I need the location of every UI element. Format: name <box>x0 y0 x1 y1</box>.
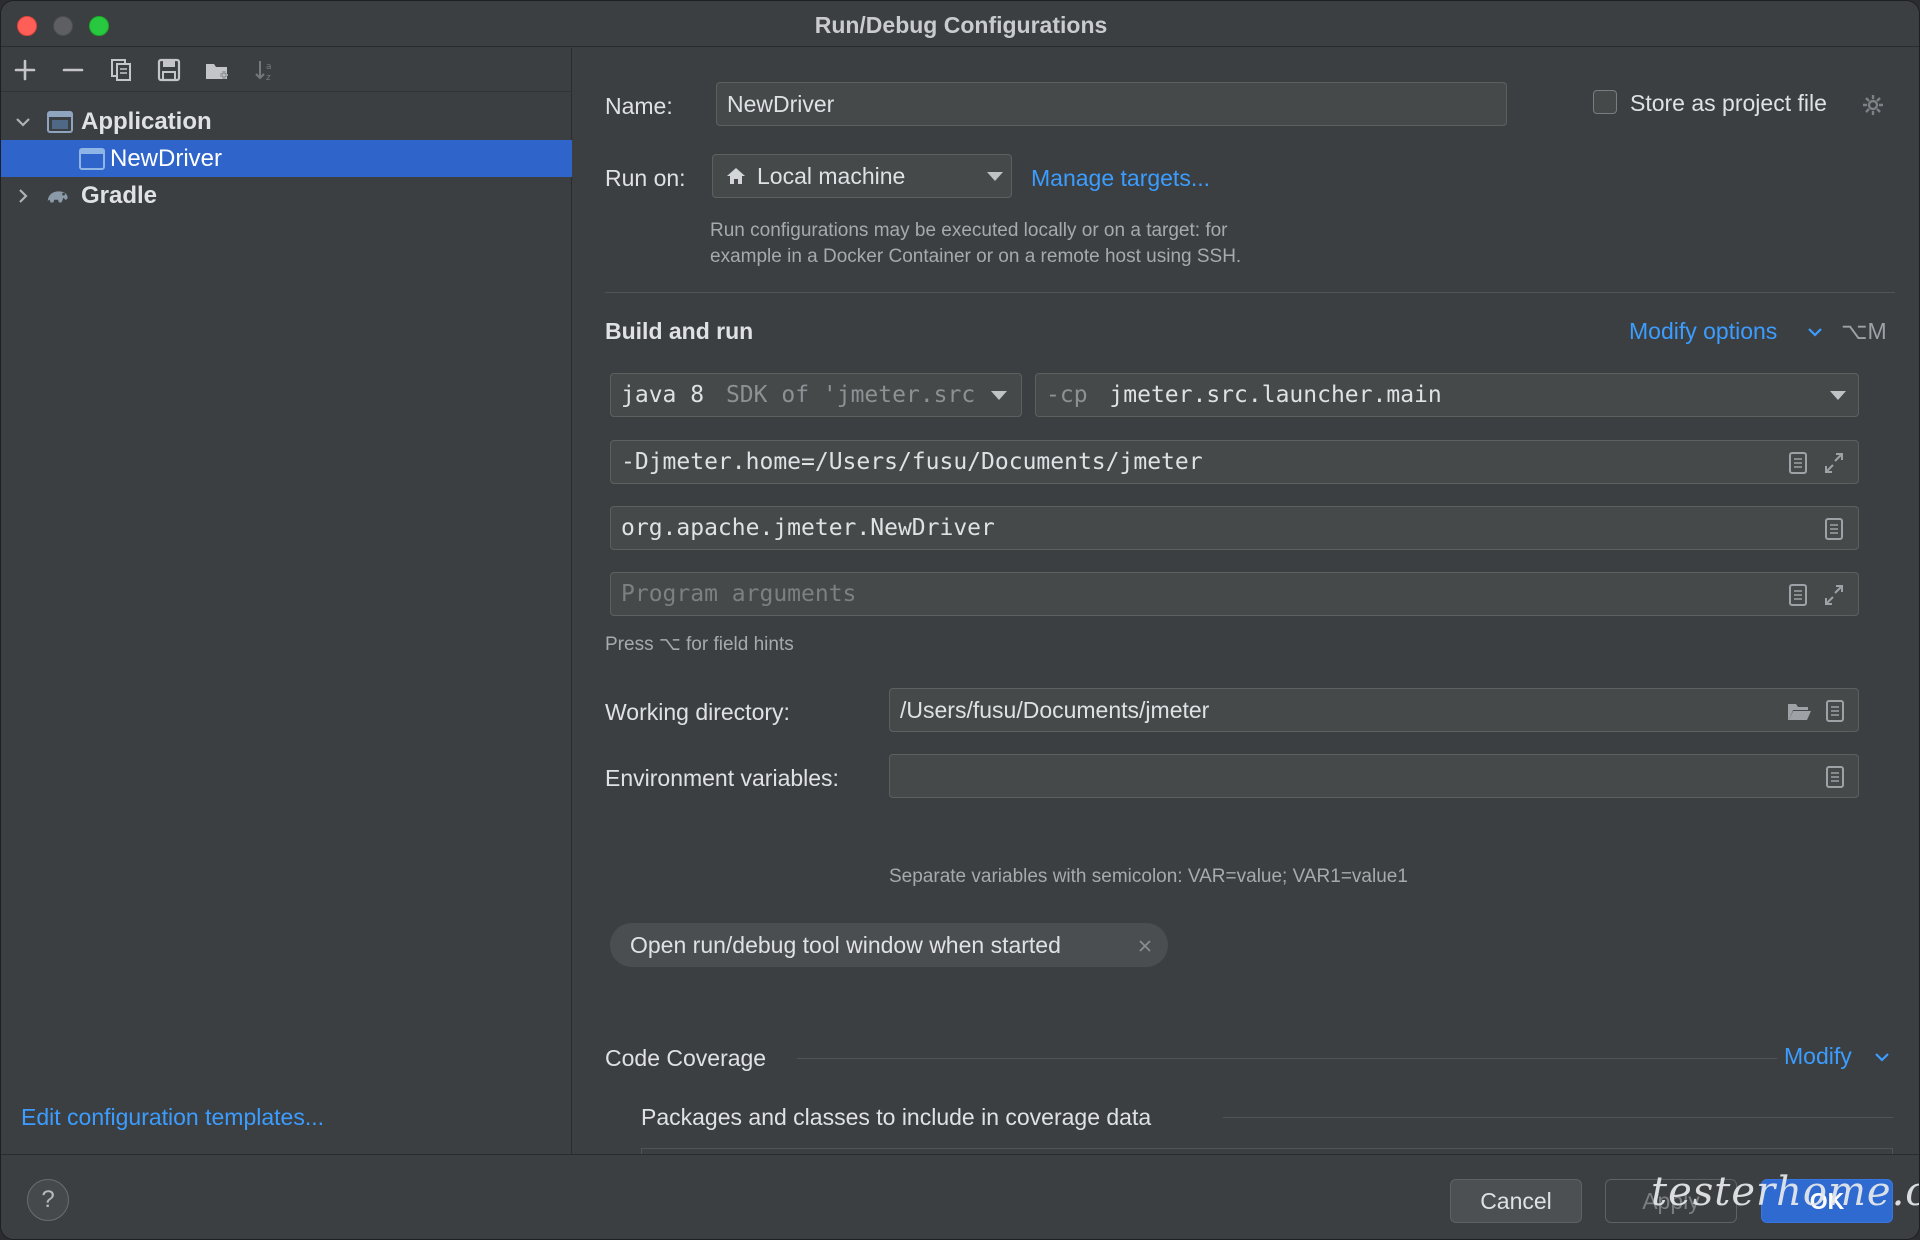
tree-label-gradle: Gradle <box>81 182 158 209</box>
name-label: Name: <box>605 93 673 119</box>
modify-options-link[interactable]: Modify options <box>1629 318 1777 345</box>
close-icon[interactable] <box>1138 939 1152 953</box>
name-input-value: NewDriver <box>727 91 835 117</box>
vm-options-value: -Djmeter.home=/Users/fusu/Documents/jmet… <box>621 449 1203 475</box>
expand-icon[interactable] <box>1823 451 1845 475</box>
jdk-dropdown[interactable]: java 8 SDK of 'jmeter.src <box>610 373 1022 417</box>
build-and-run-title: Build and run <box>605 318 754 344</box>
configurations-sidebar: az Application NewDriver Gradle Edit con… <box>1 48 572 1154</box>
dialog-footer: ? Cancel Apply OK <box>1 1154 1919 1239</box>
tree-label-newdriver: NewDriver <box>110 145 223 172</box>
jdk-value: java 8 <box>621 382 705 408</box>
gear-icon[interactable] <box>1861 93 1885 117</box>
tree-item-application[interactable]: Application <box>1 103 572 140</box>
application-icon <box>47 111 73 133</box>
environment-variables-label: Environment variables: <box>605 765 839 791</box>
chevron-right-icon[interactable] <box>13 186 33 206</box>
watermark-text: testerhome.com <box>1651 1169 1919 1215</box>
main-class-value: org.apache.jmeter.NewDriver <box>621 515 995 541</box>
document-icon[interactable] <box>1824 765 1846 789</box>
section-divider <box>605 292 1895 293</box>
document-icon[interactable] <box>1823 517 1845 541</box>
code-coverage-title: Code Coverage <box>605 1045 767 1071</box>
chevron-down-icon[interactable] <box>1874 1050 1890 1064</box>
program-arguments-input[interactable]: Program arguments <box>610 572 1859 616</box>
coverage-modify-link[interactable]: Modify <box>1784 1043 1852 1070</box>
run-on-label: Run on: <box>605 165 686 191</box>
document-icon[interactable] <box>1787 451 1809 475</box>
classpath-prefix: -cp <box>1046 382 1088 408</box>
svg-text:z: z <box>266 73 271 83</box>
field-hints-text: Press ⌥ for field hints <box>605 634 794 655</box>
classpath-value: jmeter.src.launcher.main <box>1109 382 1442 408</box>
run-on-hint-line1: Run configurations may be executed local… <box>710 220 1228 241</box>
tree-item-gradle[interactable]: Gradle <box>1 177 572 214</box>
environment-variables-hint: Separate variables with semicolon: VAR=v… <box>889 866 1408 887</box>
chevron-down-icon <box>987 172 1003 181</box>
jdk-module-suffix: SDK of 'jmeter.src <box>725 382 976 408</box>
coverage-divider <box>797 1058 1777 1059</box>
coverage-packages-label: Packages and classes to include in cover… <box>641 1104 1152 1130</box>
help-button[interactable]: ? <box>27 1179 69 1221</box>
folder-add-icon[interactable] <box>203 57 231 85</box>
chevron-down-icon[interactable] <box>13 112 33 132</box>
svg-text:a: a <box>266 62 272 72</box>
folder-open-icon[interactable] <box>1786 699 1812 723</box>
title-bar: Run/Debug Configurations <box>1 1 1919 47</box>
minus-icon[interactable] <box>59 57 87 85</box>
configuration-form: Name: NewDriver Store as project file Ru… <box>573 48 1919 1200</box>
manage-targets-link[interactable]: Manage targets... <box>1031 165 1210 192</box>
environment-variables-input[interactable] <box>889 754 1859 798</box>
store-as-project-file-checkbox[interactable] <box>1593 90 1617 114</box>
program-arguments-placeholder: Program arguments <box>621 581 857 607</box>
run-on-hint-line2: example in a Docker Container or on a re… <box>710 246 1242 267</box>
store-as-project-file-label: Store as project file <box>1630 90 1827 116</box>
save-icon[interactable] <box>155 57 183 85</box>
sort-icon[interactable]: az <box>251 57 279 85</box>
main-class-input[interactable]: org.apache.jmeter.NewDriver <box>610 506 1859 550</box>
plus-icon[interactable] <box>11 57 39 85</box>
packages-divider <box>1223 1117 1893 1118</box>
chevron-down-icon <box>991 391 1007 400</box>
window-title: Run/Debug Configurations <box>814 12 1108 38</box>
gradle-elephant-icon <box>47 191 68 203</box>
config-icon <box>79 148 105 170</box>
run-debug-dialog: Run/Debug Configurations az Application … <box>0 0 1920 1240</box>
chevron-down-icon <box>1830 391 1846 400</box>
open-tool-window-option-chip[interactable]: Open run/debug tool window when started <box>610 923 1168 967</box>
document-icon[interactable] <box>1787 583 1809 607</box>
working-directory-value: /Users/fusu/Documents/jmeter <box>900 697 1210 723</box>
run-on-dropdown[interactable]: Local machine <box>712 154 1012 198</box>
open-tool-window-option-label: Open run/debug tool window when started <box>630 932 1061 958</box>
edit-configuration-templates-link[interactable]: Edit configuration templates... <box>21 1104 324 1131</box>
chevron-down-icon[interactable] <box>1807 325 1823 339</box>
sidebar-toolbar: az <box>1 48 572 92</box>
home-icon <box>727 168 745 184</box>
working-directory-label: Working directory: <box>605 699 790 725</box>
classpath-module-dropdown[interactable]: -cp jmeter.src.launcher.main <box>1035 373 1859 417</box>
cancel-button[interactable]: Cancel <box>1450 1179 1582 1223</box>
working-directory-input[interactable]: /Users/fusu/Documents/jmeter <box>889 688 1859 732</box>
name-input[interactable]: NewDriver <box>716 82 1507 126</box>
copy-icon[interactable] <box>107 57 135 85</box>
document-icon[interactable] <box>1824 699 1846 723</box>
expand-icon[interactable] <box>1823 583 1845 607</box>
tree-item-newdriver[interactable]: NewDriver <box>1 140 572 177</box>
modify-options-shortcut: ⌥M <box>1841 318 1887 344</box>
tree-label-application: Application <box>81 108 212 135</box>
run-on-value: Local machine <box>757 163 906 189</box>
vm-options-input[interactable]: -Djmeter.home=/Users/fusu/Documents/jmet… <box>610 440 1859 484</box>
